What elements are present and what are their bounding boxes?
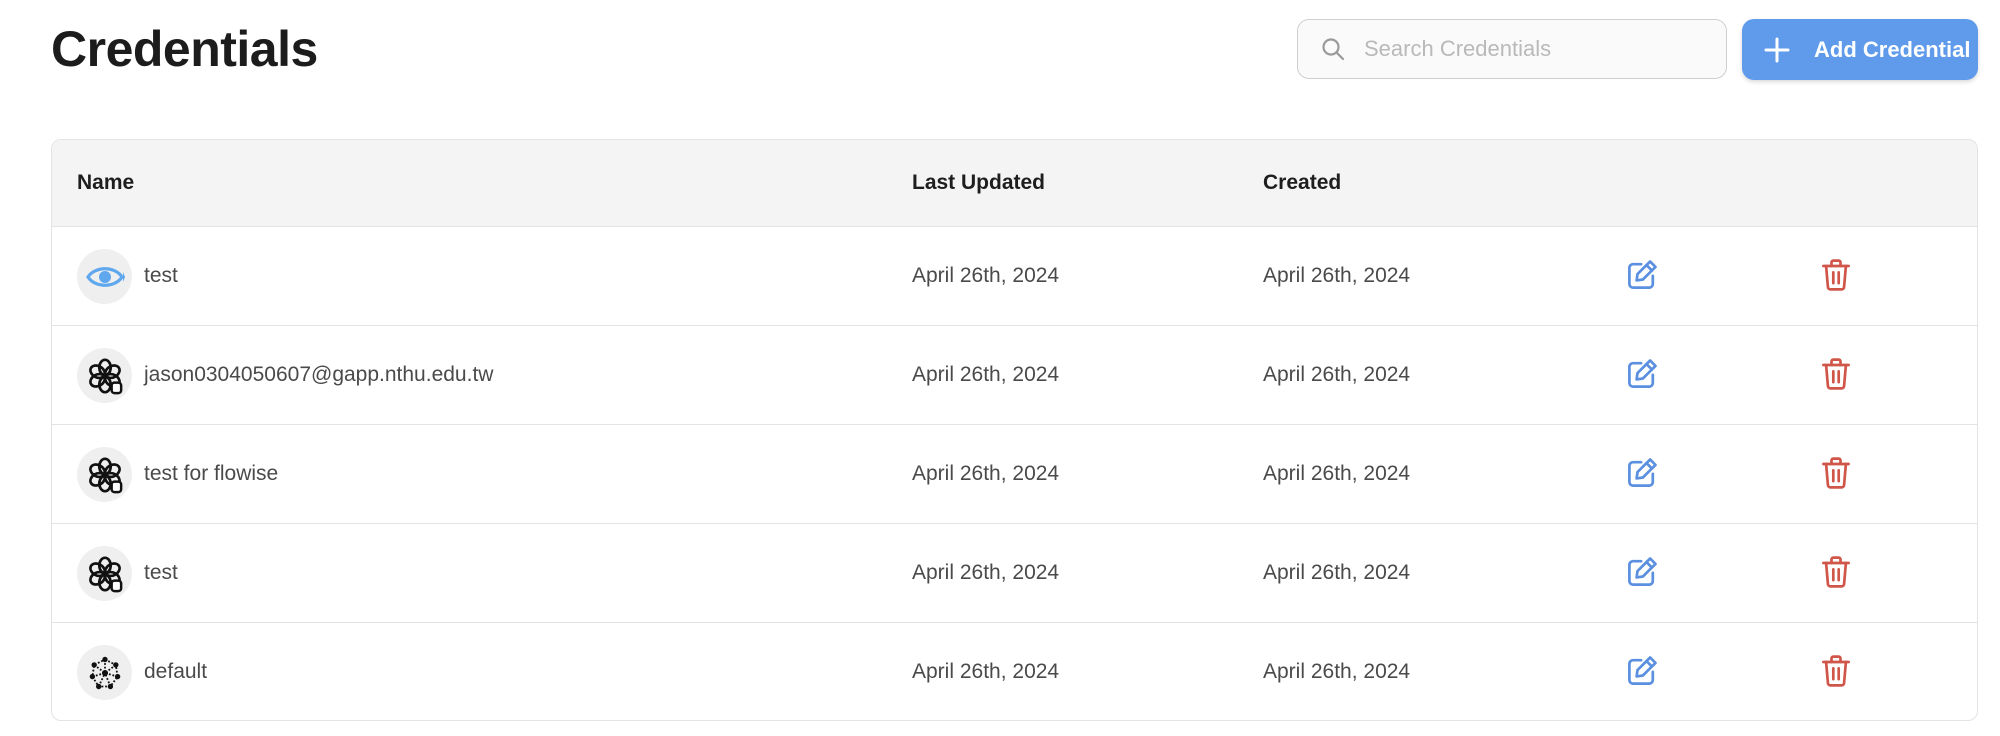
edit-icon [1624, 455, 1660, 494]
created-date: April 26th, 2024 [1263, 660, 1411, 683]
delete-button[interactable] [1817, 257, 1855, 295]
created-date: April 26th, 2024 [1263, 561, 1411, 584]
table-header: Name Last Updated Created [52, 140, 1977, 227]
table-row: test for flowise April 26th, 2024 April … [52, 425, 1977, 524]
trash-icon [1818, 257, 1854, 296]
table-row: test April 26th, 2024 April 26th, 2024 [52, 524, 1977, 623]
credential-name: jason0304050607@gapp.nthu.edu.tw [144, 363, 494, 386]
last-updated-date: April 26th, 2024 [912, 264, 1060, 287]
add-credential-button[interactable]: Add Credential [1742, 19, 1978, 80]
add-credential-label: Add Credential [1814, 36, 1971, 62]
search-icon [1320, 36, 1346, 62]
last-updated-date: April 26th, 2024 [912, 660, 1060, 683]
trash-icon [1818, 653, 1854, 692]
delete-button[interactable] [1817, 554, 1855, 592]
edit-button[interactable] [1623, 653, 1661, 691]
edit-icon [1624, 653, 1660, 692]
table-row: default April 26th, 2024 April 26th, 202… [52, 623, 1977, 720]
edit-icon [1624, 257, 1660, 296]
header-name: Name [77, 171, 135, 194]
table-row: jason0304050607@gapp.nthu.edu.tw April 2… [52, 326, 1977, 425]
last-updated-date: April 26th, 2024 [912, 363, 1060, 386]
credentials-page: Credentials Add Credential Name Last Upd… [0, 0, 2000, 736]
network-icon [77, 645, 132, 700]
trash-icon [1818, 455, 1854, 494]
edit-button[interactable] [1623, 455, 1661, 493]
openai-icon [77, 348, 132, 403]
delete-button[interactable] [1817, 356, 1855, 394]
header-created: Created [1263, 171, 1342, 194]
delete-button[interactable] [1817, 455, 1855, 493]
credential-name: default [144, 660, 208, 683]
search-box[interactable] [1297, 19, 1727, 79]
openai-icon [77, 447, 132, 502]
edit-icon [1624, 554, 1660, 593]
trash-icon [1818, 554, 1854, 593]
edit-button[interactable] [1623, 554, 1661, 592]
search-input[interactable] [1362, 35, 1706, 63]
credential-name: test [144, 264, 178, 287]
credential-name: test for flowise [144, 462, 279, 485]
last-updated-date: April 26th, 2024 [912, 462, 1060, 485]
delete-button[interactable] [1817, 653, 1855, 691]
openai-icon [77, 546, 132, 601]
last-updated-date: April 26th, 2024 [912, 561, 1060, 584]
credential-name: test [144, 561, 178, 584]
created-date: April 26th, 2024 [1263, 264, 1411, 287]
trash-icon [1818, 356, 1854, 395]
edit-button[interactable] [1623, 356, 1661, 394]
edit-button[interactable] [1623, 257, 1661, 295]
credentials-table: Name Last Updated Created test April 26t… [51, 139, 1978, 721]
eye-icon [77, 249, 132, 304]
created-date: April 26th, 2024 [1263, 363, 1411, 386]
edit-icon [1624, 356, 1660, 395]
created-date: April 26th, 2024 [1263, 462, 1411, 485]
page-title: Credentials [51, 21, 318, 77]
plus-icon [1762, 35, 1792, 65]
header-last-updated: Last Updated [912, 171, 1046, 194]
table-row: test April 26th, 2024 April 26th, 2024 [52, 227, 1977, 326]
